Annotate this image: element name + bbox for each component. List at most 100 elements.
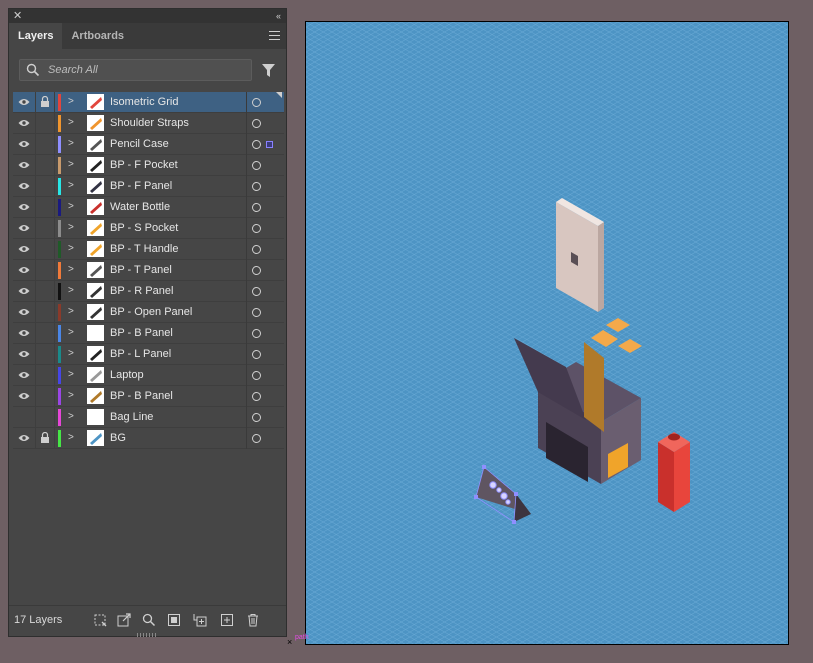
- target-circle-icon[interactable]: [252, 287, 261, 296]
- layer-row[interactable]: > BP - Open Panel: [13, 302, 284, 323]
- layer-row[interactable]: > BP - T Panel: [13, 260, 284, 281]
- close-icon[interactable]: ✕: [13, 9, 22, 23]
- layer-row[interactable]: > BP - F Panel: [13, 176, 284, 197]
- target-circle-icon[interactable]: [252, 371, 261, 380]
- target-circle-icon[interactable]: [252, 350, 261, 359]
- layer-row[interactable]: > BP - S Pocket: [13, 218, 284, 239]
- eye-icon[interactable]: [18, 308, 30, 316]
- search-input[interactable]: Search All: [19, 59, 252, 81]
- chevron-right-icon[interactable]: >: [68, 285, 74, 296]
- layer-row[interactable]: > BP - T Handle: [13, 239, 284, 260]
- layer-row[interactable]: > Isometric Grid: [13, 92, 284, 113]
- eye-icon[interactable]: [18, 203, 30, 211]
- layer-name[interactable]: BP - F Pocket: [110, 159, 178, 171]
- eye-icon[interactable]: [18, 119, 30, 127]
- layer-row[interactable]: > BP - B Panel: [13, 386, 284, 407]
- chevron-right-icon[interactable]: >: [68, 138, 74, 149]
- layer-name[interactable]: Isometric Grid: [110, 96, 178, 108]
- tab-artboards[interactable]: Artboards: [62, 23, 133, 49]
- chevron-right-icon[interactable]: >: [68, 96, 74, 107]
- chevron-right-icon[interactable]: >: [68, 243, 74, 254]
- panel-menu-icon[interactable]: [269, 31, 280, 40]
- layer-row[interactable]: > BG: [13, 428, 284, 449]
- selection-indicator-icon[interactable]: [266, 141, 273, 148]
- eye-icon[interactable]: [18, 350, 30, 358]
- water-bottle-illustration[interactable]: [658, 432, 690, 512]
- export-icon[interactable]: [117, 613, 131, 627]
- clipping-mask-icon[interactable]: [167, 613, 181, 627]
- chevron-right-icon[interactable]: >: [68, 369, 74, 380]
- eye-icon[interactable]: [18, 224, 30, 232]
- layer-name[interactable]: Bag Line: [110, 411, 153, 423]
- target-circle-icon[interactable]: [252, 266, 261, 275]
- eye-icon[interactable]: [18, 392, 30, 400]
- layer-name[interactable]: BP - B Panel: [110, 327, 173, 339]
- eye-icon[interactable]: [18, 98, 30, 106]
- eye-icon[interactable]: [18, 245, 30, 253]
- eye-icon[interactable]: [18, 140, 30, 148]
- chevron-right-icon[interactable]: >: [68, 327, 74, 338]
- target-circle-icon[interactable]: [252, 308, 261, 317]
- layer-name[interactable]: BP - S Pocket: [110, 222, 178, 234]
- layer-row[interactable]: > BP - F Pocket: [13, 155, 284, 176]
- layer-name[interactable]: BP - R Panel: [110, 285, 173, 297]
- new-layer-icon[interactable]: [220, 613, 234, 627]
- artboard[interactable]: [305, 21, 789, 645]
- collapse-icon[interactable]: ‹‹: [276, 9, 281, 23]
- target-circle-icon[interactable]: [252, 224, 261, 233]
- target-circle-icon[interactable]: [252, 329, 261, 338]
- layer-row[interactable]: > Laptop: [13, 365, 284, 386]
- target-circle-icon[interactable]: [252, 413, 261, 422]
- eye-icon[interactable]: [18, 266, 30, 274]
- chevron-right-icon[interactable]: >: [68, 348, 74, 359]
- eye-icon[interactable]: [18, 434, 30, 442]
- new-sublayer-icon[interactable]: [193, 613, 207, 627]
- target-circle-icon[interactable]: [252, 140, 261, 149]
- trash-icon[interactable]: [246, 613, 260, 627]
- chevron-right-icon[interactable]: >: [68, 117, 74, 128]
- chevron-right-icon[interactable]: >: [68, 159, 74, 170]
- locate-object-icon[interactable]: [142, 613, 156, 627]
- chevron-right-icon[interactable]: >: [68, 390, 74, 401]
- layer-row[interactable]: > Shoulder Straps: [13, 113, 284, 134]
- layer-name[interactable]: BP - B Panel: [110, 390, 173, 402]
- lock-icon[interactable]: [40, 96, 50, 107]
- layer-row[interactable]: > Bag Line: [13, 407, 284, 428]
- eye-icon[interactable]: [18, 371, 30, 379]
- layer-name[interactable]: BP - F Panel: [110, 180, 172, 192]
- target-circle-icon[interactable]: [252, 245, 261, 254]
- chevron-right-icon[interactable]: >: [68, 432, 74, 443]
- target-circle-icon[interactable]: [252, 182, 261, 191]
- eye-icon[interactable]: [18, 161, 30, 169]
- layer-row[interactable]: > Water Bottle: [13, 197, 284, 218]
- collect-for-export-icon[interactable]: [93, 613, 107, 627]
- layer-name[interactable]: BG: [110, 432, 126, 444]
- eye-icon[interactable]: [18, 182, 30, 190]
- chevron-right-icon[interactable]: >: [68, 222, 74, 233]
- target-circle-icon[interactable]: [252, 119, 261, 128]
- layer-name[interactable]: BP - L Panel: [110, 348, 171, 360]
- layer-name[interactable]: BP - Open Panel: [110, 306, 192, 318]
- layer-name[interactable]: Water Bottle: [110, 201, 170, 213]
- lock-icon[interactable]: [40, 432, 50, 443]
- filter-icon[interactable]: [262, 64, 275, 78]
- chevron-right-icon[interactable]: >: [68, 201, 74, 212]
- target-circle-icon[interactable]: [252, 392, 261, 401]
- layer-row[interactable]: > BP - B Panel: [13, 323, 284, 344]
- layer-row[interactable]: > BP - R Panel: [13, 281, 284, 302]
- layer-name[interactable]: BP - T Panel: [110, 264, 172, 276]
- layer-name[interactable]: BP - T Handle: [110, 243, 179, 255]
- resize-grip[interactable]: [137, 633, 157, 637]
- chevron-right-icon[interactable]: >: [68, 180, 74, 191]
- target-circle-icon[interactable]: [252, 98, 261, 107]
- chevron-right-icon[interactable]: >: [68, 264, 74, 275]
- tab-layers[interactable]: Layers: [9, 23, 63, 49]
- layer-name[interactable]: Pencil Case: [110, 138, 169, 150]
- layer-name[interactable]: Shoulder Straps: [110, 117, 189, 129]
- layer-row[interactable]: > Pencil Case: [13, 134, 284, 155]
- chevron-right-icon[interactable]: >: [68, 411, 74, 422]
- eye-icon[interactable]: [18, 329, 30, 337]
- target-circle-icon[interactable]: [252, 203, 261, 212]
- target-circle-icon[interactable]: [252, 434, 261, 443]
- layer-row[interactable]: > BP - L Panel: [13, 344, 284, 365]
